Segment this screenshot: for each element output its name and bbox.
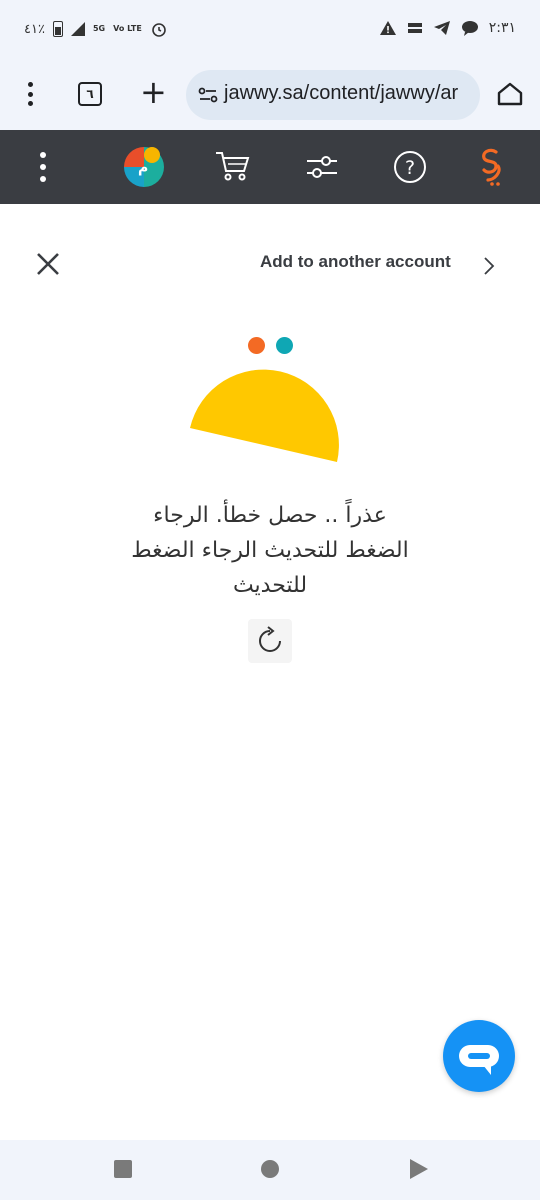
help-icon[interactable]: ? bbox=[393, 150, 427, 184]
chat-notification-icon bbox=[461, 21, 478, 36]
error-face-illustration bbox=[190, 369, 339, 462]
app-nav-bar: ? bbox=[0, 130, 540, 204]
battery-icon bbox=[52, 21, 63, 37]
new-tab-button[interactable]: + bbox=[140, 76, 167, 108]
back-icon[interactable] bbox=[410, 1159, 428, 1179]
recents-icon[interactable] bbox=[114, 1160, 132, 1178]
battery-text: ٤١٪ bbox=[24, 21, 45, 37]
refresh-icon bbox=[259, 626, 281, 652]
home-nav-icon[interactable] bbox=[261, 1160, 279, 1178]
status-right: ٢:٣١ bbox=[379, 20, 516, 36]
chevron-right-icon[interactable] bbox=[482, 256, 496, 276]
svg-text:?: ? bbox=[405, 157, 415, 179]
signal-icon bbox=[70, 22, 85, 36]
alarm-icon bbox=[152, 23, 166, 37]
close-icon[interactable] bbox=[34, 250, 62, 278]
home-icon[interactable] bbox=[496, 80, 524, 108]
site-settings-icon[interactable] bbox=[198, 85, 218, 105]
tab-switcher-button[interactable]: ٦ bbox=[78, 82, 102, 106]
error-message: عذراً .. حصل خطأ. الرجاء الضغط للتحديث ا… bbox=[131, 503, 409, 598]
volte-label: Vo LTE bbox=[113, 24, 142, 33]
chat-support-button[interactable] bbox=[443, 1020, 515, 1092]
url-text: jawwy.sa/content/jawwy/ar bbox=[224, 82, 459, 104]
address-bar[interactable]: jawwy.sa/content/jawwy/ar bbox=[186, 70, 480, 120]
system-nav-bar bbox=[0, 1140, 540, 1200]
chat-icon bbox=[459, 1045, 499, 1075]
jawwy-logo-icon[interactable] bbox=[476, 146, 506, 186]
add-to-another-account-link[interactable]: Add to another account bbox=[260, 252, 451, 272]
browser-menu-button[interactable] bbox=[20, 82, 40, 106]
avatar-logo-icon[interactable]: م bbox=[124, 147, 164, 187]
network-label: 5G bbox=[92, 24, 106, 33]
menu-icon[interactable] bbox=[38, 152, 48, 182]
clock-time: ٢:٣١ bbox=[488, 20, 516, 36]
warning-icon bbox=[379, 21, 396, 35]
cart-icon[interactable] bbox=[214, 150, 252, 182]
status-bar: ٤١٪ 5G Vo LTE ٢:٣١ bbox=[0, 0, 540, 62]
telegram-icon bbox=[433, 21, 450, 35]
filter-icon[interactable] bbox=[306, 154, 338, 180]
error-eye-left bbox=[248, 337, 265, 354]
storage-icon bbox=[407, 23, 422, 33]
error-eye-right bbox=[276, 337, 293, 354]
status-left: ٤١٪ 5G Vo LTE bbox=[24, 20, 168, 38]
browser-toolbar: ٦ + jawwy.sa/content/jawwy/ar bbox=[0, 62, 540, 130]
refresh-button[interactable] bbox=[248, 619, 292, 663]
